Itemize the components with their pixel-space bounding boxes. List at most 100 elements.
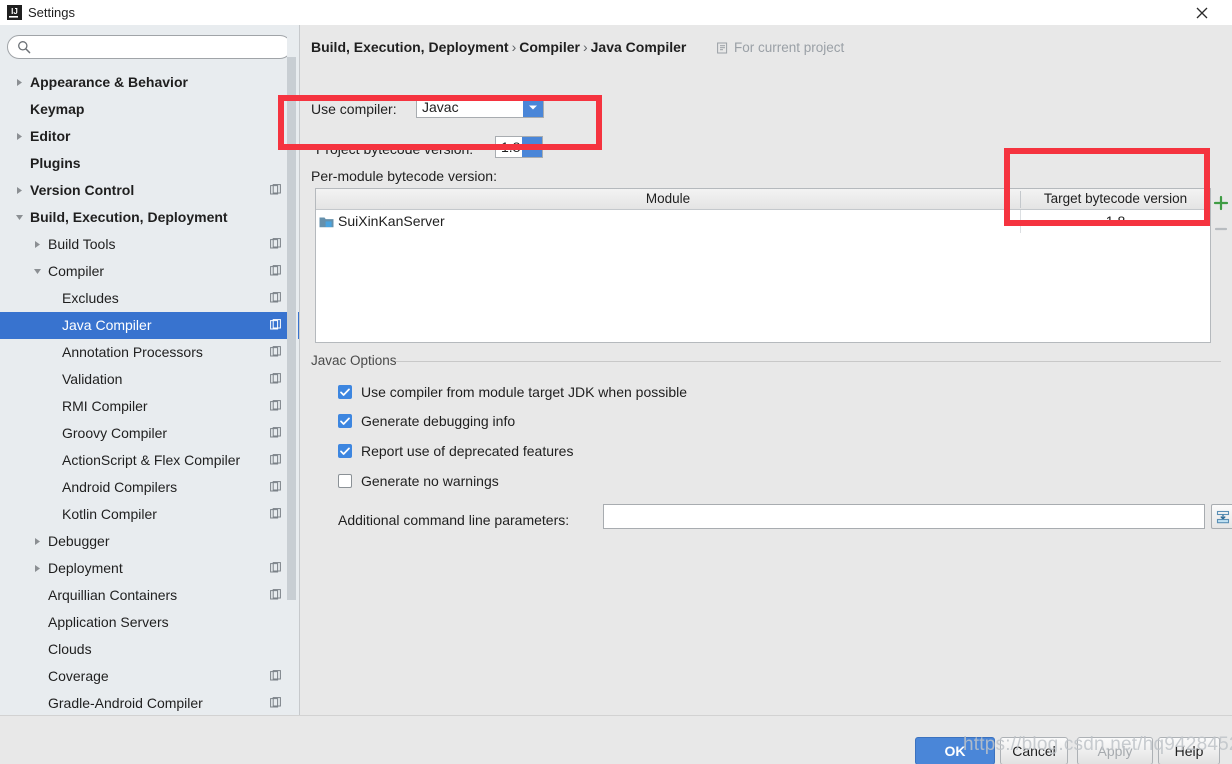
sidebar-item-label: Keymap — [30, 101, 85, 117]
additional-params-field[interactable] — [603, 504, 1205, 529]
sidebar-item-label: Appearance & Behavior — [30, 74, 188, 90]
sidebar-item-application-servers[interactable]: Application Servers — [0, 609, 299, 636]
checkbox-generate-no-warnings[interactable] — [338, 474, 352, 488]
sidebar-item-plugins[interactable]: Plugins — [0, 150, 299, 177]
copy-settings-icon[interactable] — [270, 184, 282, 196]
copy-settings-icon[interactable] — [270, 265, 282, 277]
add-module-button[interactable] — [1213, 195, 1229, 211]
copy-settings-icon[interactable] — [270, 697, 282, 709]
sidebar-scrollbar-thumb[interactable] — [287, 57, 296, 600]
sidebar-item-actionscript-flex-compiler[interactable]: ActionScript & Flex Compiler — [0, 447, 299, 474]
sidebar-item-deployment[interactable]: Deployment — [0, 555, 299, 582]
sidebar-scrollbar-track[interactable] — [287, 25, 298, 715]
copy-settings-icon[interactable] — [270, 508, 282, 520]
sidebar-item-build-execution-deployment[interactable]: Build, Execution, Deployment — [0, 204, 299, 231]
additional-params-label: Additional command line parameters: — [338, 512, 570, 528]
search-field-wrapper[interactable] — [7, 35, 292, 59]
chevron-down-icon[interactable] — [522, 137, 542, 157]
column-header-target-bytecode-version[interactable]: Target bytecode version — [1021, 189, 1210, 209]
column-header-module[interactable]: Module — [316, 189, 1020, 209]
help-button[interactable]: Help — [1158, 737, 1220, 764]
sidebar-item-java-compiler[interactable]: Java Compiler — [0, 312, 299, 339]
copy-settings-icon[interactable] — [270, 346, 282, 358]
sidebar-item-android-compilers[interactable]: Android Compilers — [0, 474, 299, 501]
expand-field-icon[interactable] — [1211, 504, 1232, 529]
sidebar-item-gradle-android-compiler[interactable]: Gradle-Android Compiler — [0, 690, 299, 715]
group-separator — [396, 361, 1221, 362]
search-input[interactable] — [37, 38, 286, 58]
copy-settings-icon[interactable] — [270, 670, 282, 682]
chevron-right-icon[interactable] — [12, 76, 26, 90]
checkbox-row-generate-debugging-info[interactable]: Generate debugging info — [338, 411, 515, 431]
sidebar-item-label: Build Tools — [48, 236, 116, 252]
copy-settings-icon[interactable] — [270, 400, 282, 412]
checkbox-label[interactable]: Use compiler from module target JDK when… — [361, 382, 687, 402]
table-row[interactable]: SuiXinKanServer 1.8 — [316, 210, 1210, 233]
sidebar-item-annotation-processors[interactable]: Annotation Processors — [0, 339, 299, 366]
project-bytecode-combo[interactable]: 1.8 — [495, 136, 543, 158]
copy-settings-icon[interactable] — [270, 292, 282, 304]
sidebar-item-arquillian-containers[interactable]: Arquillian Containers — [0, 582, 299, 609]
sidebar-item-validation[interactable]: Validation — [0, 366, 299, 393]
sidebar-item-keymap[interactable]: Keymap — [0, 96, 299, 123]
copy-settings-icon[interactable] — [270, 238, 282, 250]
sidebar-item-coverage[interactable]: Coverage — [0, 663, 299, 690]
chevron-right-icon[interactable] — [30, 535, 44, 549]
checkbox-label[interactable]: Report use of deprecated features — [361, 441, 573, 461]
sidebar-item-excludes[interactable]: Excludes — [0, 285, 299, 312]
close-icon[interactable] — [1184, 0, 1220, 25]
copy-settings-icon[interactable] — [270, 454, 282, 466]
sidebar-item-label: Application Servers — [48, 614, 169, 630]
checkbox-generate-debugging-info[interactable] — [338, 414, 352, 428]
apply-button[interactable]: Apply — [1077, 737, 1153, 764]
ok-button[interactable]: OK — [915, 737, 995, 764]
checkbox-row-report-deprecated[interactable]: Report use of deprecated features — [338, 441, 573, 461]
sidebar-item-label: Plugins — [30, 155, 81, 171]
sidebar-item-label: Debugger — [48, 533, 110, 549]
checkbox-row-generate-no-warnings[interactable]: Generate no warnings — [338, 471, 499, 491]
project-scope-icon — [717, 42, 729, 54]
sidebar-item-editor[interactable]: Editor — [0, 123, 299, 150]
copy-settings-icon[interactable] — [270, 319, 282, 331]
cancel-button[interactable]: Cancel — [1000, 737, 1068, 764]
sidebar-item-rmi-compiler[interactable]: RMI Compiler — [0, 393, 299, 420]
checkbox-report-use-of-deprecated-features[interactable] — [338, 444, 352, 458]
sidebar-item-kotlin-compiler[interactable]: Kotlin Compiler — [0, 501, 299, 528]
project-scope-label: For current project — [734, 40, 845, 55]
sidebar-item-label: Gradle-Android Compiler — [48, 695, 203, 711]
checkbox-label[interactable]: Generate no warnings — [361, 471, 499, 491]
javac-options-group-title: Javac Options — [311, 353, 403, 369]
sidebar-item-debugger[interactable]: Debugger — [0, 528, 299, 555]
cell-target-bytecode-version[interactable]: 1.8 — [1021, 210, 1210, 233]
sidebar-item-label: Arquillian Containers — [48, 587, 178, 603]
chevron-down-icon[interactable] — [523, 97, 543, 117]
checkbox-label[interactable]: Generate debugging info — [361, 411, 515, 431]
chevron-right-icon[interactable] — [12, 130, 26, 144]
title-bar: IJ Settings — [0, 0, 1232, 26]
copy-settings-icon[interactable] — [270, 373, 282, 385]
copy-settings-icon[interactable] — [270, 427, 282, 439]
chevron-down-icon[interactable] — [12, 211, 26, 225]
chevron-down-icon[interactable] — [30, 265, 44, 279]
sidebar-item-build-tools[interactable]: Build Tools — [0, 231, 299, 258]
chevron-right-icon[interactable] — [30, 238, 44, 252]
sidebar-item-version-control[interactable]: Version Control — [0, 177, 299, 204]
copy-settings-icon[interactable] — [270, 481, 282, 493]
breadcrumb-part-1[interactable]: Build, Execution, Deployment — [311, 39, 509, 55]
copy-settings-icon[interactable] — [270, 562, 282, 574]
window-title: Settings — [28, 5, 75, 20]
sidebar-item-label: Version Control — [30, 182, 135, 198]
sidebar-item-groovy-compiler[interactable]: Groovy Compiler — [0, 420, 299, 447]
checkbox-row-use-compiler-from-module-jdk[interactable]: Use compiler from module target JDK when… — [338, 382, 687, 402]
chevron-right-icon[interactable] — [12, 184, 26, 198]
project-bytecode-label: Project bytecode version: — [316, 141, 474, 157]
use-compiler-combo[interactable]: Javac — [416, 96, 544, 118]
sidebar-item-compiler[interactable]: Compiler — [0, 258, 299, 285]
remove-module-button[interactable] — [1213, 221, 1229, 237]
sidebar-item-appearance-behavior[interactable]: Appearance & Behavior — [0, 69, 299, 96]
chevron-right-icon[interactable] — [30, 562, 44, 576]
checkbox-use-compiler-from-module-jdk[interactable] — [338, 385, 352, 399]
sidebar-item-clouds[interactable]: Clouds — [0, 636, 299, 663]
copy-settings-icon[interactable] — [270, 589, 282, 601]
breadcrumb-part-2[interactable]: Compiler — [519, 39, 580, 55]
